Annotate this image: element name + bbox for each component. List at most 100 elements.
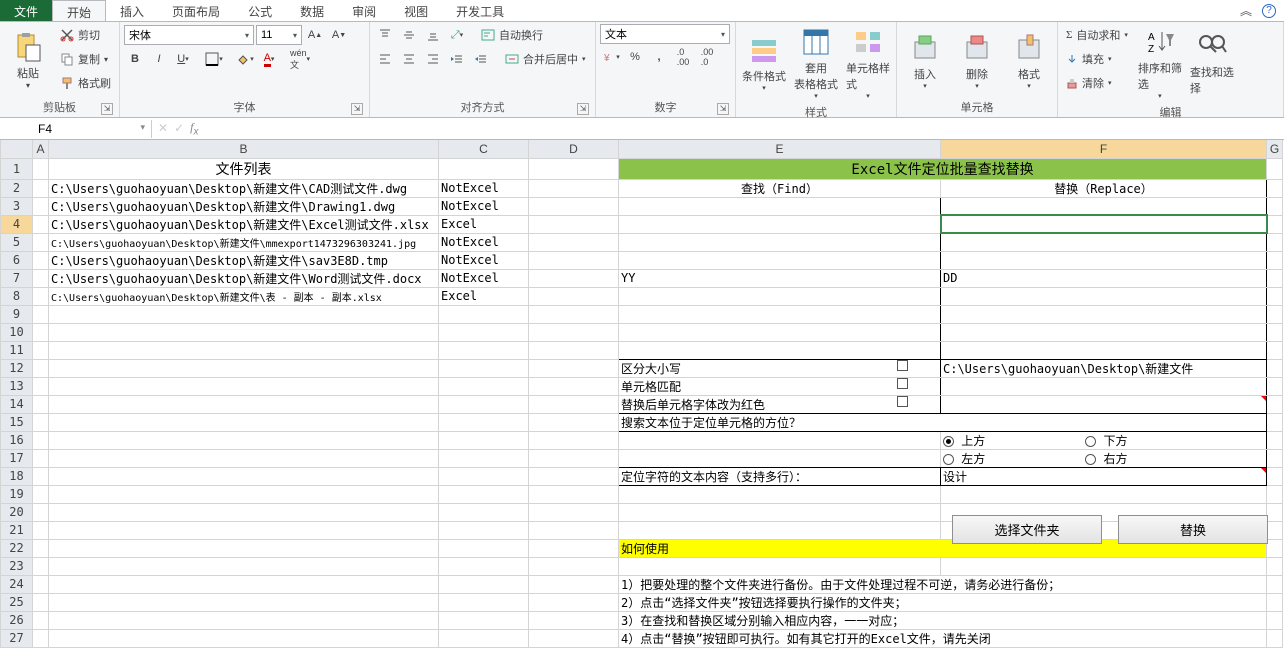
- cell-A10[interactable]: [33, 323, 49, 341]
- cell-E20[interactable]: [619, 503, 941, 521]
- increase-font-icon[interactable]: A▲: [304, 24, 326, 46]
- align-bottom-icon[interactable]: [422, 24, 444, 46]
- cell-C7[interactable]: NotExcel: [439, 269, 529, 287]
- orientation-button[interactable]: ⤢▾: [446, 24, 468, 46]
- cell-D7[interactable]: [529, 269, 619, 287]
- cell-C13[interactable]: [439, 377, 529, 395]
- cell-F13[interactable]: [941, 377, 1267, 395]
- cell-B16[interactable]: [49, 431, 439, 449]
- cell-D10[interactable]: [529, 323, 619, 341]
- cell-D25[interactable]: [529, 593, 619, 611]
- cell-C14[interactable]: [439, 395, 529, 413]
- cell-F10[interactable]: [941, 323, 1267, 341]
- cell-F7[interactable]: DD: [941, 269, 1267, 287]
- cell-C24[interactable]: [439, 575, 529, 593]
- cell-G21[interactable]: [1267, 521, 1283, 539]
- font-color-button[interactable]: A▾: [258, 48, 280, 70]
- cell-A12[interactable]: [33, 359, 49, 377]
- cell-D23[interactable]: [529, 557, 619, 575]
- cell-B10[interactable]: [49, 323, 439, 341]
- cell-C12[interactable]: [439, 359, 529, 377]
- cell-C1[interactable]: [439, 158, 529, 179]
- cell-D3[interactable]: [529, 197, 619, 215]
- cell-F9[interactable]: [941, 305, 1267, 323]
- cell-C27[interactable]: [439, 629, 529, 647]
- cell-D9[interactable]: [529, 305, 619, 323]
- cell-D13[interactable]: [529, 377, 619, 395]
- cell-E16[interactable]: [619, 431, 941, 449]
- cell-G1[interactable]: [1267, 158, 1283, 179]
- row-header-15[interactable]: 15: [1, 413, 33, 431]
- cell-F2[interactable]: 替换（Replace）: [941, 179, 1267, 197]
- cell-A19[interactable]: [33, 485, 49, 503]
- select-folder-button[interactable]: 选择文件夹: [952, 515, 1102, 544]
- cell-D21[interactable]: [529, 521, 619, 539]
- cell-B6[interactable]: C:\Users\guohaoyuan\Desktop\新建文件\sav3E8D…: [49, 251, 439, 269]
- cell-D5[interactable]: [529, 233, 619, 251]
- cell-C20[interactable]: [439, 503, 529, 521]
- col-header-F[interactable]: F: [941, 140, 1267, 158]
- cell-D15[interactable]: [529, 413, 619, 431]
- cell-F19[interactable]: [941, 485, 1267, 503]
- cell-D2[interactable]: [529, 179, 619, 197]
- cell-E17[interactable]: [619, 449, 941, 467]
- cell-A9[interactable]: [33, 305, 49, 323]
- row-header-14[interactable]: 14: [1, 395, 33, 413]
- insert-cells-button[interactable]: 插入▾: [901, 24, 949, 97]
- cell-A25[interactable]: [33, 593, 49, 611]
- col-header-E[interactable]: E: [619, 140, 941, 158]
- cell-G12[interactable]: [1267, 359, 1283, 377]
- checkbox-13[interactable]: [897, 378, 908, 389]
- cell-B21[interactable]: [49, 521, 439, 539]
- row-header-19[interactable]: 19: [1, 485, 33, 503]
- row-header-17[interactable]: 17: [1, 449, 33, 467]
- cell-E12[interactable]: 区分大小写: [619, 359, 941, 377]
- cell-C3[interactable]: NotExcel: [439, 197, 529, 215]
- cell-B13[interactable]: [49, 377, 439, 395]
- cell-E1[interactable]: Excel文件定位批量查找替换: [619, 158, 1267, 179]
- col-header-B[interactable]: B: [49, 140, 439, 158]
- tab-review[interactable]: 审阅: [338, 0, 390, 21]
- cell-D6[interactable]: [529, 251, 619, 269]
- cell-D26[interactable]: [529, 611, 619, 629]
- font-size-combo[interactable]: 11▾: [256, 25, 302, 45]
- cell-F16[interactable]: 上方 下方: [941, 431, 1267, 449]
- row-header-26[interactable]: 26: [1, 611, 33, 629]
- cell-C23[interactable]: [439, 557, 529, 575]
- cell-A3[interactable]: [33, 197, 49, 215]
- paste-button[interactable]: 粘贴▾: [4, 24, 52, 97]
- cell-E8[interactable]: [619, 287, 941, 305]
- autosum-button[interactable]: Σ自动求和▾: [1062, 24, 1132, 46]
- cell-B7[interactable]: C:\Users\guohaoyuan\Desktop\新建文件\Word测试文…: [49, 269, 439, 287]
- cell-B19[interactable]: [49, 485, 439, 503]
- help-icon[interactable]: ?: [1262, 4, 1276, 18]
- tab-dev-tools[interactable]: 开发工具: [442, 0, 518, 21]
- align-center-icon[interactable]: [398, 48, 420, 70]
- cell-A14[interactable]: [33, 395, 49, 413]
- sort-filter-button[interactable]: AZ排序和筛选▾: [1136, 24, 1184, 102]
- row-header-5[interactable]: 5: [1, 233, 33, 251]
- font-name-combo[interactable]: 宋体▾: [124, 25, 254, 45]
- delete-cells-button[interactable]: 删除▾: [953, 24, 1001, 97]
- row-header-6[interactable]: 6: [1, 251, 33, 269]
- cell-F17[interactable]: 左方 右方: [941, 449, 1267, 467]
- clipboard-launcher-icon[interactable]: ⇲: [101, 103, 113, 115]
- cell-A8[interactable]: [33, 287, 49, 305]
- cell-A2[interactable]: [33, 179, 49, 197]
- cell-C8[interactable]: Excel: [439, 287, 529, 305]
- cell-C17[interactable]: [439, 449, 529, 467]
- underline-button[interactable]: U▾: [172, 48, 194, 70]
- cell-E18[interactable]: 定位字符的文本内容（支持多行）：: [619, 467, 941, 485]
- cell-B11[interactable]: [49, 341, 439, 359]
- cut-button[interactable]: 剪切: [56, 24, 115, 46]
- cell-B25[interactable]: [49, 593, 439, 611]
- decrease-indent-icon[interactable]: [446, 48, 468, 70]
- cell-E9[interactable]: [619, 305, 941, 323]
- cell-B22[interactable]: [49, 539, 439, 557]
- cell-E5[interactable]: [619, 233, 941, 251]
- cell-D17[interactable]: [529, 449, 619, 467]
- cell-F3[interactable]: [941, 197, 1267, 215]
- phonetic-button[interactable]: wén文▾: [289, 48, 311, 70]
- row-header-3[interactable]: 3: [1, 197, 33, 215]
- cell-G22[interactable]: [1267, 539, 1283, 557]
